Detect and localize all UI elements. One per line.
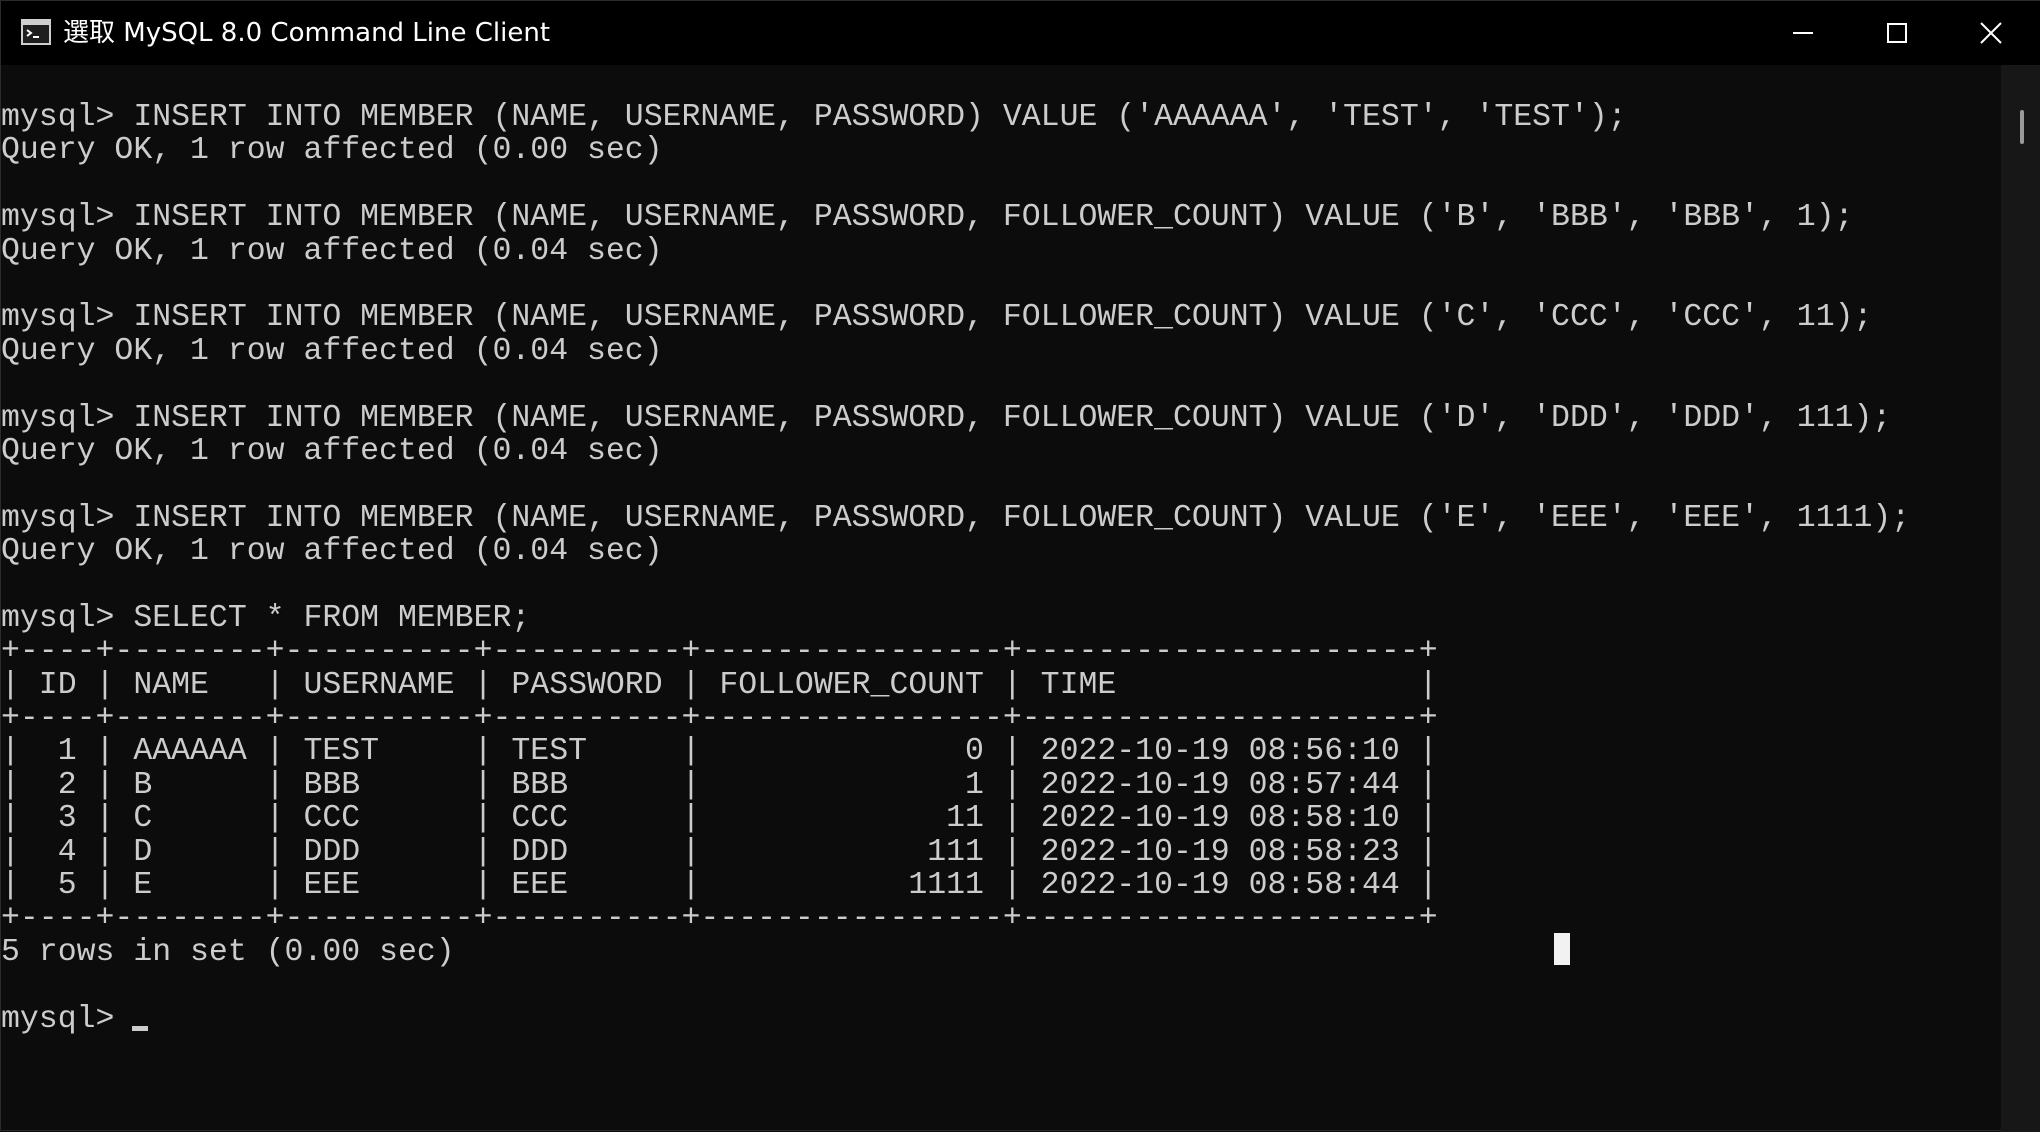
vertical-scrollbar[interactable] bbox=[2001, 65, 2040, 1132]
terminal-line: Query OK, 1 row affected (0.04 sec) bbox=[1, 234, 663, 268]
close-icon bbox=[1980, 22, 2002, 44]
prompt-line[interactable]: mysql> bbox=[1, 1003, 1999, 1036]
result-table-header: | ID | NAME | USERNAME | PASSWORD | FOLL… bbox=[1, 668, 1438, 703]
terminal-output[interactable]: mysql> INSERT INTO MEMBER (NAME, USERNAM… bbox=[1, 101, 1999, 1132]
terminal-line: Query OK, 1 row affected (0.00 sec) bbox=[1, 134, 663, 168]
scrollbar-thumb[interactable] bbox=[2020, 110, 2024, 144]
terminal-line: mysql> INSERT INTO MEMBER (NAME, USERNAM… bbox=[1, 401, 1892, 435]
table-row: | 3 | C | CCC | CCC | 11 | 2022-10-19 08… bbox=[1, 802, 1438, 836]
console-window: 選取 MySQL 8.0 Command Line Client mysql> … bbox=[0, 0, 2040, 1132]
close-button[interactable] bbox=[1943, 1, 2039, 65]
terminal-line: mysql> INSERT INTO MEMBER (NAME, USERNAM… bbox=[1, 501, 1911, 536]
terminal-line: 5 rows in set (0.00 sec) bbox=[1, 935, 455, 970]
table-row: | 5 | E | EEE | EEE | 1111 | 2022-10-19 … bbox=[1, 868, 1438, 903]
text-cursor bbox=[132, 1025, 149, 1031]
cmd-icon bbox=[21, 19, 51, 45]
prompt: mysql> bbox=[1, 1002, 115, 1036]
minimize-button[interactable] bbox=[1755, 1, 1851, 65]
terminal-line: mysql> INSERT INTO MEMBER (NAME, USERNAM… bbox=[1, 101, 1627, 135]
table-row: | 4 | D | DDD | DDD | 111 | 2022-10-19 0… bbox=[1, 835, 1438, 869]
result-table-border: +----+--------+----------+----------+---… bbox=[1, 702, 1438, 736]
ime-cursor bbox=[1554, 933, 1570, 965]
terminal-line: mysql> SELECT * FROM MEMBER; bbox=[1, 601, 531, 636]
terminal-line: Query OK, 1 row affected (0.04 sec) bbox=[1, 434, 663, 469]
terminal-line: Query OK, 1 row affected (0.04 sec) bbox=[1, 334, 663, 369]
maximize-icon bbox=[1887, 23, 1907, 43]
terminal-line: Query OK, 1 row affected (0.04 sec) bbox=[1, 535, 663, 569]
result-table-border: +----+--------+----------+----------+---… bbox=[1, 635, 1438, 669]
table-row: | 1 | AAAAAA | TEST | TEST | 0 | 2022-10… bbox=[1, 735, 1438, 769]
maximize-button[interactable] bbox=[1849, 1, 1945, 65]
minimize-icon bbox=[1793, 32, 1813, 34]
result-table-border: +----+--------+----------+----------+---… bbox=[1, 902, 1438, 936]
window-title: 選取 MySQL 8.0 Command Line Client bbox=[63, 18, 551, 48]
terminal-line: mysql> INSERT INTO MEMBER (NAME, USERNAM… bbox=[1, 301, 1873, 335]
terminal-line: mysql> INSERT INTO MEMBER (NAME, USERNAM… bbox=[1, 201, 1854, 235]
table-row: | 2 | B | BBB | BBB | 1 | 2022-10-19 08:… bbox=[1, 768, 1438, 803]
title-bar[interactable]: 選取 MySQL 8.0 Command Line Client bbox=[1, 1, 2040, 65]
